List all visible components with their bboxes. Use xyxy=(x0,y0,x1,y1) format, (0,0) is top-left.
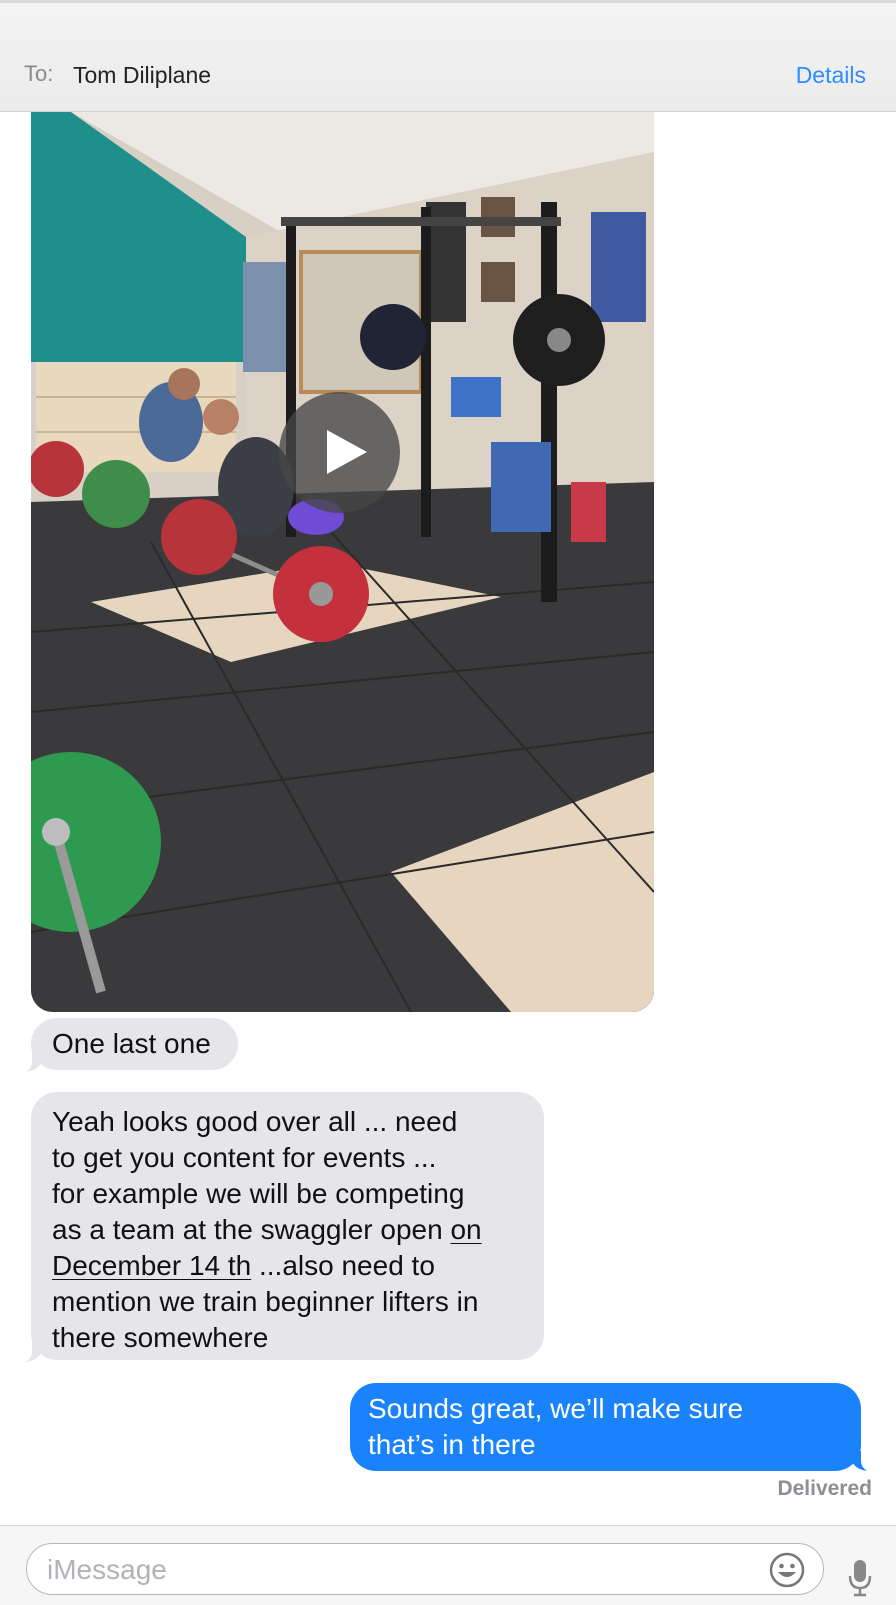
bubble-tail xyxy=(12,1342,42,1364)
conversation-header: To: Tom Diliplane Details xyxy=(0,0,896,112)
bubble-tail xyxy=(12,1052,42,1074)
message-text: as a team at the swaggler open xyxy=(52,1214,451,1245)
microphone-icon[interactable] xyxy=(846,1558,874,1598)
details-button[interactable]: Details xyxy=(796,62,866,89)
message-line: December 14 th ...also need to xyxy=(52,1248,523,1284)
to-label: To: xyxy=(24,61,54,86)
date-link[interactable]: December 14 th xyxy=(52,1250,251,1281)
emoji-icon[interactable] xyxy=(769,1552,805,1588)
composer-bar: iMessage xyxy=(0,1525,896,1605)
message-text: ...also need to xyxy=(251,1250,435,1281)
message-line: for example we will be competing xyxy=(52,1178,465,1209)
message-line: mention we train beginner lifters in xyxy=(52,1286,479,1317)
message-input[interactable]: iMessage xyxy=(26,1543,824,1595)
play-icon xyxy=(327,430,367,474)
message-line: as a team at the swaggler open on xyxy=(52,1212,523,1248)
message-text: One last one xyxy=(52,1028,211,1059)
incoming-message[interactable]: Yeah looks good over all ... need to get… xyxy=(31,1092,544,1360)
input-placeholder: iMessage xyxy=(47,1554,167,1585)
date-link[interactable]: on xyxy=(450,1214,481,1245)
play-button[interactable] xyxy=(279,392,400,513)
message-line: to get you content for events ... xyxy=(52,1142,437,1173)
recipient-name[interactable]: Tom Diliplane xyxy=(73,62,211,89)
bubble-tail xyxy=(851,1451,881,1473)
incoming-message[interactable]: One last one xyxy=(31,1018,238,1070)
outgoing-message[interactable]: Sounds great, we’ll make sure that’s in … xyxy=(350,1383,861,1471)
video-thumbnail xyxy=(31,112,654,1012)
video-attachment[interactable] xyxy=(31,112,654,1012)
message-line: that’s in there xyxy=(368,1429,536,1460)
message-line: there somewhere xyxy=(52,1322,269,1353)
message-line: Yeah looks good over all ... need xyxy=(52,1106,458,1137)
message-line: Sounds great, we’ll make sure xyxy=(368,1393,744,1424)
delivered-status: Delivered xyxy=(777,1477,872,1500)
